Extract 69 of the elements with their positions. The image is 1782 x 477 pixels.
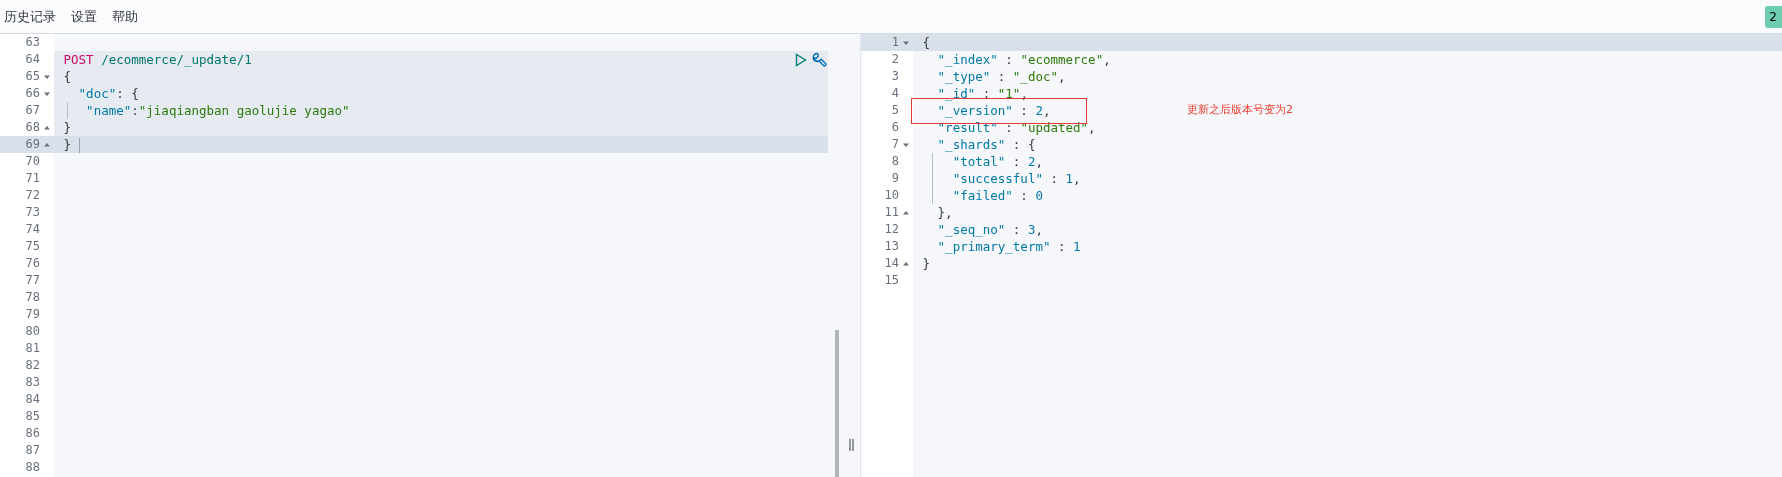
code-line: "total" : 2, [951, 154, 1043, 169]
line-number: 5 [891, 102, 899, 119]
menu-item[interactable]: 历史记录 [4, 7, 56, 26]
play-icon[interactable] [795, 53, 807, 67]
code-line: "_seq_no" : 3, [936, 222, 1043, 237]
code-line: POST /ecommerce/_update/1 [63, 52, 252, 67]
line-number: 82 [25, 357, 40, 374]
line-number: 84 [25, 391, 40, 408]
line-number: 73 [25, 204, 40, 221]
line-number: 74 [25, 221, 40, 238]
line-number: 64 [25, 51, 40, 68]
line-number: 2 [891, 51, 899, 68]
line-number: 75 [25, 238, 40, 255]
line-number: 80 [25, 323, 40, 340]
code-line: "successful" : 1, [951, 171, 1081, 186]
line-number: 15 [884, 272, 899, 289]
menu-item[interactable]: 帮助 [112, 7, 138, 26]
line-number: 4 [891, 85, 899, 102]
menu-item[interactable]: 设置 [71, 7, 97, 26]
line-number: 10 [884, 187, 899, 204]
line-number: 79 [25, 306, 40, 323]
line-number: 67 [25, 102, 40, 119]
line-number: 6 [891, 119, 899, 136]
line-number: 3 [891, 68, 899, 85]
line-number: 87 [25, 442, 40, 459]
code-line: "_index" : "ecommerce", [936, 52, 1111, 67]
line-number: 14 [884, 255, 899, 272]
line-number: 76 [25, 255, 40, 272]
code-line: "_version" : 2, [936, 103, 1051, 118]
line-number: 81 [25, 340, 40, 357]
line-number: 86 [25, 425, 40, 442]
line-number: 83 [25, 374, 40, 391]
wrench-icon[interactable] [812, 52, 828, 68]
code-line: } [63, 120, 72, 135]
resize-handle-icon[interactable] [849, 439, 854, 451]
line-number: 68 [25, 119, 40, 136]
line-number: 1 [891, 34, 899, 51]
line-number: 69 [25, 136, 40, 153]
line-number: 88 [25, 459, 40, 476]
line-number: 11 [884, 204, 899, 221]
line-number: 71 [25, 170, 40, 187]
line-number: 65 [25, 68, 40, 85]
code-line: { [63, 69, 72, 84]
code-line: } [63, 137, 72, 152]
code-line: "name":"jiaqiangban gaolujie yagao" [85, 103, 350, 118]
line-number: 7 [891, 136, 899, 153]
line-number: 78 [25, 289, 40, 306]
line-number: 66 [25, 85, 40, 102]
line-number: 9 [891, 170, 899, 187]
line-number: 77 [25, 272, 40, 289]
line-number: 13 [884, 238, 899, 255]
code-line: { [922, 35, 931, 50]
line-number: 72 [25, 187, 40, 204]
code-line: "_type" : "_doc", [936, 69, 1066, 84]
code-line: "_id" : "1", [936, 86, 1028, 101]
line-number: 63 [25, 34, 40, 51]
annotation-text: 更新之后版本号变为2 [1187, 102, 1293, 117]
code-line: "_shards" : { [936, 137, 1036, 152]
line-number: 8 [891, 153, 899, 170]
badge: 2 [1765, 5, 1782, 28]
code-line: "doc": { [77, 86, 139, 101]
code-line: } [922, 256, 931, 271]
line-number: 70 [25, 153, 40, 170]
code-line: }, [936, 205, 953, 220]
code-line: "failed" : 0 [951, 188, 1043, 203]
scrollbar[interactable] [835, 330, 839, 477]
line-number: 12 [884, 221, 899, 238]
line-number: 85 [25, 408, 40, 425]
code-line: "_primary_term" : 1 [936, 239, 1081, 254]
